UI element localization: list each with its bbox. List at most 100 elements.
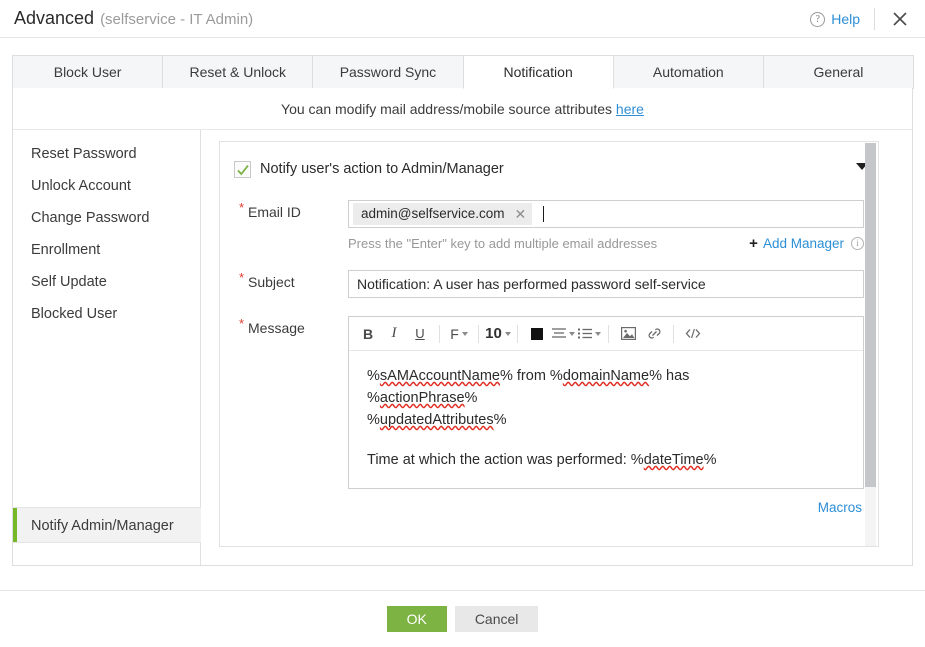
required-asterisk: * — [239, 200, 244, 215]
panel-scrollbar[interactable] — [865, 143, 876, 547]
close-button[interactable] — [889, 8, 911, 30]
subject-field-col — [348, 270, 878, 298]
form-area: Notify user's action to Admin/Manager * … — [201, 130, 912, 565]
subject-label: Subject — [248, 274, 295, 290]
link-icon[interactable] — [641, 321, 667, 347]
tab-reset-unlock[interactable]: Reset & Unlock — [162, 55, 313, 89]
sidebar-item-notify-admin-manager[interactable]: Notify Admin/Manager — [13, 507, 201, 543]
cancel-button[interactable]: Cancel — [455, 606, 539, 632]
toolbar-divider — [439, 325, 440, 343]
toolbar-divider — [673, 325, 674, 343]
image-icon[interactable] — [615, 321, 641, 347]
message-row: * Message B I U — [220, 316, 878, 517]
bold-icon[interactable]: B — [355, 321, 381, 347]
macros-link[interactable]: Macros — [818, 500, 862, 515]
notify-enable-checkbox[interactable] — [234, 161, 251, 178]
font-family-label: F — [450, 326, 459, 342]
add-manager-button[interactable]: + Add Manager i — [749, 235, 864, 252]
notice-link-here[interactable]: here — [616, 101, 644, 117]
tab-content-panel: You can modify mail address/mobile sourc… — [12, 88, 913, 566]
message-field-col: B I U F 10 — [348, 316, 878, 517]
toolbar-divider — [517, 325, 518, 343]
plus-icon: + — [749, 235, 758, 252]
close-icon — [889, 8, 911, 30]
text-color-swatch-icon[interactable] — [524, 321, 550, 347]
message-body-text[interactable]: %sAMAccountName% from %domainName% has %… — [349, 351, 863, 488]
message-line-1: %sAMAccountName% from %domainName% has — [367, 365, 845, 387]
email-chip-value: admin@selfservice.com — [361, 203, 505, 225]
tab-password-sync[interactable]: Password Sync — [312, 55, 463, 89]
panel-scrollbar-thumb[interactable] — [865, 143, 876, 487]
subject-input[interactable] — [348, 270, 864, 298]
macro-updated-attributes: updatedAttributes — [380, 412, 494, 428]
close-small-icon[interactable]: ✕ — [515, 207, 527, 221]
macro-date-time: dateTime — [644, 452, 704, 468]
check-icon — [236, 163, 250, 177]
ok-button[interactable]: OK — [387, 606, 447, 632]
code-icon[interactable] — [680, 321, 706, 347]
chevron-down-icon — [595, 332, 601, 336]
question-circle-icon: ? — [810, 12, 825, 27]
notice-bar: You can modify mail address/mobile sourc… — [13, 88, 912, 130]
list-icon[interactable] — [576, 321, 602, 347]
msg-l4a: Time at which the action was performed: … — [367, 452, 644, 468]
font-size-label: 10 — [485, 325, 502, 342]
underline-icon[interactable]: U — [407, 321, 433, 347]
tab-notification[interactable]: Notification — [463, 55, 614, 89]
align-icon[interactable] — [550, 321, 576, 347]
chevron-down-icon — [462, 332, 468, 336]
tab-bar: Block User Reset & Unlock Password Sync … — [12, 54, 913, 89]
editor-toolbar: B I U F 10 — [349, 317, 863, 351]
msg-l4b: % — [704, 452, 717, 468]
email-id-label-wrap: * Email ID — [234, 200, 348, 220]
sidebar-item-blocked-user[interactable]: Blocked User — [13, 298, 200, 330]
dialog-footer: OK Cancel — [0, 590, 925, 647]
dialog-subtitle: (selfservice - IT Admin) — [100, 11, 253, 28]
message-editor: B I U F 10 — [348, 316, 864, 489]
email-hint-row: Press the "Enter" key to add multiple em… — [348, 235, 864, 252]
sidebar-item-self-update[interactable]: Self Update — [13, 266, 200, 298]
chevron-down-icon — [569, 332, 575, 336]
email-id-field-col: admin@selfservice.com ✕ Press the "Enter… — [348, 200, 878, 252]
macros-row: Macros — [348, 489, 864, 517]
subject-label-wrap: * Subject — [234, 270, 348, 290]
message-line-2: %actionPhrase% — [367, 387, 845, 409]
tab-general[interactable]: General — [763, 55, 914, 89]
msg-l2b: % — [465, 390, 478, 406]
msg-l2a: % — [367, 390, 380, 406]
font-family-icon[interactable]: F — [446, 321, 472, 347]
email-id-input[interactable]: admin@selfservice.com ✕ — [348, 200, 864, 228]
toolbar-divider — [608, 325, 609, 343]
message-line-3: %updatedAttributes% — [367, 409, 845, 431]
notify-settings-panel: Notify user's action to Admin/Manager * … — [219, 141, 879, 547]
info-circle-icon[interactable]: i — [851, 237, 864, 250]
header-actions: ? Help — [810, 0, 925, 38]
sidebar-item-unlock-account[interactable]: Unlock Account — [13, 170, 200, 202]
tab-automation[interactable]: Automation — [613, 55, 764, 89]
sidebar-item-reset-password[interactable]: Reset Password — [13, 138, 200, 170]
italic-icon[interactable]: I — [381, 321, 407, 347]
required-asterisk: * — [239, 316, 244, 331]
msg-l1b: % from % — [500, 368, 563, 384]
help-label: Help — [831, 11, 860, 27]
msg-l3b: % — [494, 412, 507, 428]
panel-header: Notify user's action to Admin/Manager — [220, 156, 878, 182]
macro-sam-account-name: sAMAccountName — [380, 368, 500, 384]
sidebar-item-enrollment[interactable]: Enrollment — [13, 234, 200, 266]
dialog-title: Advanced — [14, 8, 94, 29]
text-cursor — [543, 206, 544, 222]
font-size-icon[interactable]: 10 — [485, 321, 511, 347]
sidebar-item-change-password[interactable]: Change Password — [13, 202, 200, 234]
help-button[interactable]: ? Help — [810, 8, 875, 30]
panel-header-label: Notify user's action to Admin/Manager — [260, 161, 504, 177]
msg-l3a: % — [367, 412, 380, 428]
macro-domain-name: domainName — [563, 368, 649, 384]
email-id-label: Email ID — [248, 204, 301, 220]
email-chip[interactable]: admin@selfservice.com ✕ — [353, 203, 532, 225]
chevron-down-icon — [505, 332, 511, 336]
macro-action-phrase: actionPhrase — [380, 390, 465, 406]
tab-block-user[interactable]: Block User — [12, 55, 163, 89]
message-label: Message — [248, 320, 305, 336]
page-title: Advanced (selfservice - IT Admin) — [0, 8, 253, 29]
message-blank-line — [367, 431, 845, 449]
